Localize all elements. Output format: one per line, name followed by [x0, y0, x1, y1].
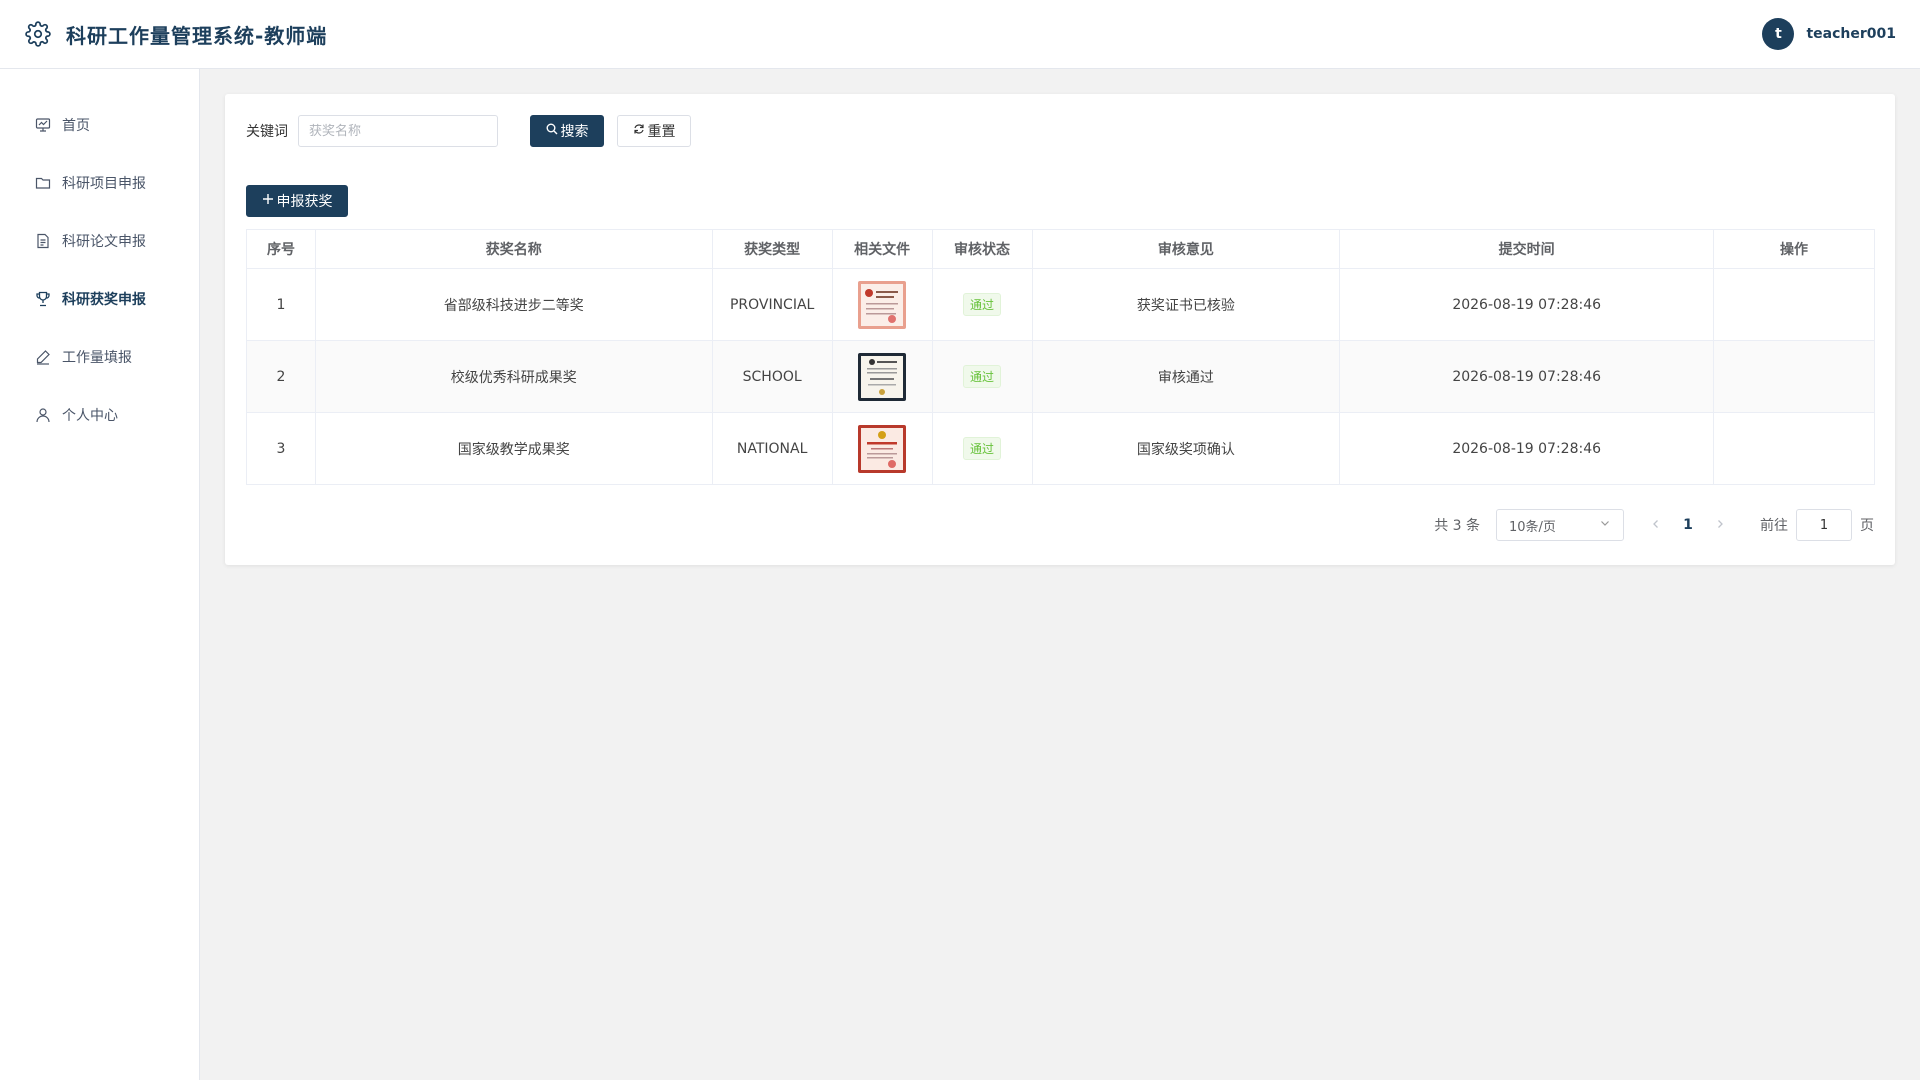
pagination: 共 3 条 10条/页 1 前往 页 [246, 509, 1874, 541]
status-badge: 通过 [963, 437, 1002, 460]
brand: 科研工作量管理系统-教师端 [24, 20, 327, 49]
table-row: 2 校级优秀科研成果奖 SCHOOL 通过 审核通过 2026-08-19 07… [246, 340, 1875, 413]
keyword-label: 关键词 [246, 124, 288, 140]
cell-time: 2026-08-19 07:28:46 [1339, 340, 1715, 413]
edit-icon [34, 348, 52, 366]
status-badge: 通过 [963, 365, 1002, 388]
search-bar: 关键词 搜索 重置 [246, 115, 1874, 147]
search-button-label: 搜索 [560, 124, 589, 140]
search-icon [546, 123, 558, 139]
page-unit-label: 页 [1860, 518, 1874, 534]
sidebar-item-awards[interactable]: 科研获奖申报 [0, 270, 199, 328]
document-icon [34, 232, 52, 250]
sidebar-item-projects[interactable]: 科研项目申报 [0, 154, 199, 212]
column-header-name: 获奖名称 [314, 229, 713, 269]
column-header-comment: 审核意见 [1031, 229, 1341, 269]
cell-comment: 国家级奖项确认 [1031, 412, 1341, 485]
page-size-value: 10条/页 [1509, 519, 1556, 535]
folder-icon [34, 174, 52, 192]
plus-icon [262, 193, 274, 209]
sidebar-item-profile[interactable]: 个人中心 [0, 386, 199, 444]
column-header-type: 获奖类型 [711, 229, 833, 269]
dashboard-icon [34, 116, 52, 134]
cell-file [831, 340, 933, 413]
cell-actions [1713, 268, 1875, 341]
pagination-total: 共 3 条 [1434, 518, 1480, 534]
certificate-thumbnail[interactable] [858, 352, 907, 401]
cell-name: 校级优秀科研成果奖 [314, 340, 713, 413]
cell-file [831, 268, 933, 341]
gear-icon [24, 20, 52, 48]
sidebar-item-label: 首页 [62, 118, 90, 134]
cell-index: 2 [246, 340, 316, 413]
cell-actions [1713, 340, 1875, 413]
trophy-icon [34, 290, 52, 308]
cell-comment: 审核通过 [1031, 340, 1341, 413]
column-header-time: 提交时间 [1339, 229, 1715, 269]
user-menu[interactable]: t teacher001 [1762, 18, 1896, 50]
cell-status: 通过 [931, 268, 1033, 341]
cell-time: 2026-08-19 07:28:46 [1339, 268, 1715, 341]
cell-comment: 获奖证书已核验 [1031, 268, 1341, 341]
main-card: 关键词 搜索 重置 申报获奖 序号 获奖名称 [225, 94, 1895, 565]
search-input[interactable] [298, 115, 498, 147]
certificate-thumbnail[interactable] [858, 424, 907, 473]
sidebar-item-label: 科研获奖申报 [62, 292, 146, 308]
cell-type: NATIONAL [711, 412, 833, 485]
sidebar-item-papers[interactable]: 科研论文申报 [0, 212, 199, 270]
goto-page-input[interactable] [1796, 509, 1852, 541]
awards-table: 序号 获奖名称 获奖类型 相关文件 审核状态 审核意见 提交时间 操作 1 省部… [246, 229, 1875, 485]
column-header-actions: 操作 [1713, 229, 1875, 269]
sidebar-item-home[interactable]: 首页 [0, 96, 199, 154]
cell-status: 通过 [931, 412, 1033, 485]
column-header-status: 审核状态 [931, 229, 1033, 269]
app-title: 科研工作量管理系统-教师端 [66, 23, 328, 48]
cell-index: 3 [246, 412, 316, 485]
reset-button-label: 重置 [647, 124, 676, 140]
certificate-thumbnail[interactable] [858, 280, 907, 329]
table-row: 3 国家级教学成果奖 NATIONAL 通过 国家级奖项确认 2026-08-1… [246, 412, 1875, 485]
cell-name: 国家级教学成果奖 [314, 412, 713, 485]
search-button[interactable]: 搜索 [530, 115, 604, 147]
cell-index: 1 [246, 268, 316, 341]
cell-type: SCHOOL [711, 340, 833, 413]
cell-name: 省部级科技进步二等奖 [314, 268, 713, 341]
add-award-label: 申报获奖 [276, 194, 333, 210]
refresh-icon [633, 123, 645, 139]
next-page-button[interactable] [1704, 517, 1736, 533]
goto-label: 前往 [1760, 518, 1788, 534]
cell-actions [1713, 412, 1875, 485]
cell-time: 2026-08-19 07:28:46 [1339, 412, 1715, 485]
reset-button[interactable]: 重置 [617, 115, 691, 147]
column-header-index: 序号 [246, 229, 316, 269]
cell-status: 通过 [931, 340, 1033, 413]
table-header-row: 序号 获奖名称 获奖类型 相关文件 审核状态 审核意见 提交时间 操作 [246, 229, 1875, 269]
status-badge: 通过 [963, 293, 1002, 316]
cell-type: PROVINCIAL [711, 268, 833, 341]
user-icon [34, 406, 52, 424]
page-number-current[interactable]: 1 [1672, 517, 1704, 533]
page-size-select[interactable]: 10条/页 [1496, 509, 1624, 541]
cell-file [831, 412, 933, 485]
sidebar-item-label: 科研项目申报 [62, 176, 146, 192]
top-header: 科研工作量管理系统-教师端 t teacher001 [0, 0, 1920, 69]
sidebar-item-label: 个人中心 [62, 408, 118, 424]
prev-page-button[interactable] [1640, 517, 1672, 533]
sidebar-item-label: 科研论文申报 [62, 234, 146, 250]
username[interactable]: teacher001 [1806, 26, 1896, 42]
sidebar: 首页 科研项目申报 科研论文申报 科研获奖申报 工作量填报 个人中心 [0, 69, 200, 1080]
sidebar-item-workload[interactable]: 工作量填报 [0, 328, 199, 386]
sidebar-item-label: 工作量填报 [62, 350, 132, 366]
table-row: 1 省部级科技进步二等奖 PROVINCIAL 通过 获奖证书已核验 2026-… [246, 268, 1875, 341]
column-header-file: 相关文件 [831, 229, 933, 269]
avatar[interactable]: t [1762, 18, 1795, 50]
add-award-button[interactable]: 申报获奖 [246, 185, 348, 217]
chevron-down-icon [1599, 517, 1611, 533]
